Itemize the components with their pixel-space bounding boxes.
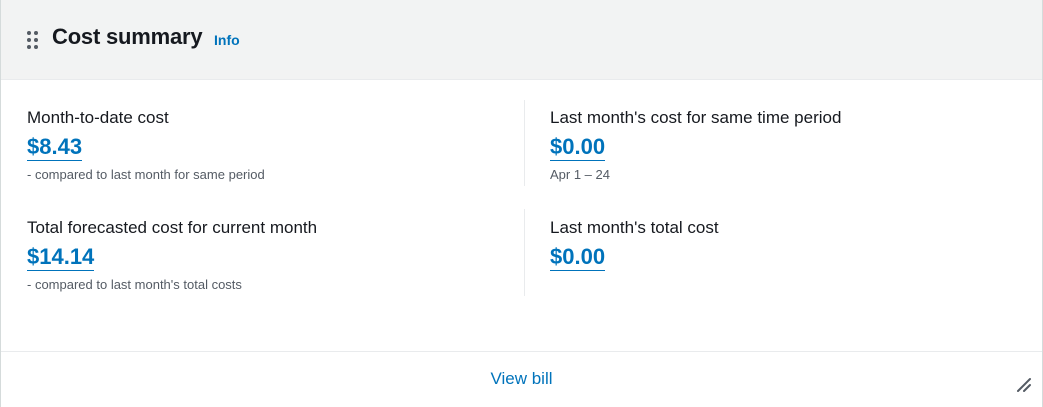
month-to-date-value[interactable]: $8.43 xyxy=(27,134,83,161)
last-month-total-metric: Last month's total cost $0.00 xyxy=(550,218,719,271)
forecast-value[interactable]: $14.14 xyxy=(27,244,95,271)
forecast-note: - compared to last month's total costs xyxy=(27,277,242,292)
forecast-metric: Total forecasted cost for current month … xyxy=(27,218,317,292)
month-to-date-label: Month-to-date cost xyxy=(27,108,169,127)
last-month-total-label: Last month's total cost xyxy=(550,218,719,237)
month-to-date-metric: Month-to-date cost $8.43 - compared to l… xyxy=(27,108,265,182)
column-divider-bottom xyxy=(524,209,525,296)
widget-header: Cost summary Info xyxy=(1,0,1042,80)
forecast-label: Total forecasted cost for current month xyxy=(27,218,318,237)
last-month-same-period-value[interactable]: $0.00 xyxy=(550,134,606,161)
drag-handle-icon[interactable] xyxy=(25,29,39,51)
last-month-total-value[interactable]: $0.00 xyxy=(550,244,606,271)
widget-title: Cost summary xyxy=(52,24,203,49)
resize-handle-icon[interactable] xyxy=(1016,377,1032,393)
last-month-same-period-label: Last month's cost for same time period xyxy=(550,108,842,127)
column-divider-top xyxy=(524,100,525,186)
month-to-date-note: - compared to last month for same period xyxy=(27,167,265,182)
info-link[interactable]: Info xyxy=(214,32,240,48)
footer-divider xyxy=(1,351,1042,352)
view-bill-link[interactable]: View bill xyxy=(1,369,1042,389)
last-month-same-period-metric: Last month's cost for same time period $… xyxy=(550,108,841,182)
cost-summary-widget: Cost summary Info Month-to-date cost $8.… xyxy=(0,0,1043,407)
last-month-same-period-date-range: Apr 1 – 24 xyxy=(550,167,610,182)
